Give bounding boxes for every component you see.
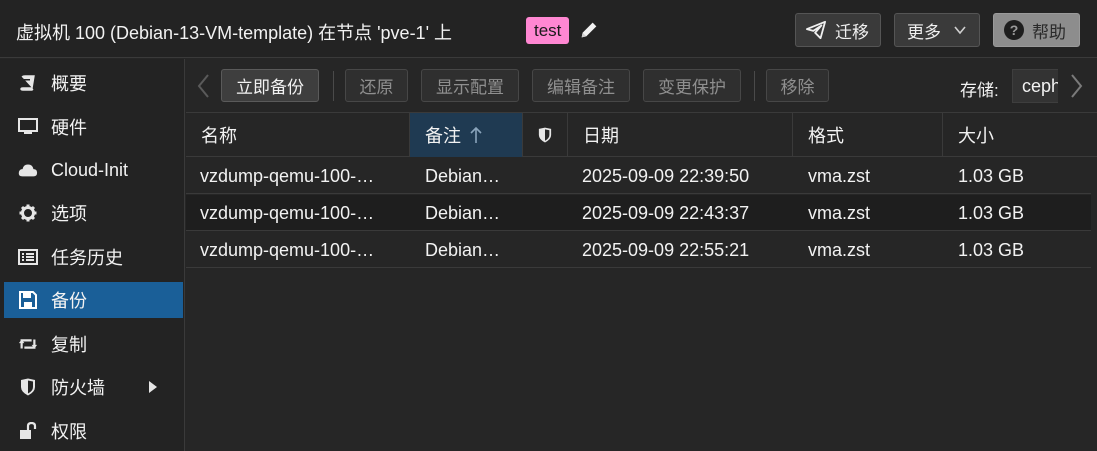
- chevron-right-icon[interactable]: [1066, 73, 1086, 99]
- sidebar-item-backup[interactable]: 备份: [4, 282, 183, 318]
- storage-label: 存储:: [960, 81, 999, 100]
- sidebar-item-hardware[interactable]: 硬件: [4, 109, 183, 145]
- sidebar-item-replication[interactable]: 复制: [4, 326, 183, 362]
- column-header-label: 格式: [808, 126, 844, 146]
- cell-size: 1.03 GB: [958, 240, 1025, 260]
- toolbar-separator: [333, 71, 334, 101]
- gear-icon: [18, 203, 38, 223]
- cell-notes: Debian…: [425, 240, 501, 260]
- cell-format: vma.zst: [808, 240, 871, 260]
- chevron-left-icon[interactable]: [194, 73, 214, 99]
- question-icon: ?: [1004, 20, 1024, 40]
- cell-name: vzdump-qemu-100-…: [200, 240, 375, 260]
- edit-notes-button[interactable]: 编辑备注: [532, 69, 630, 102]
- help-label: 帮助: [1032, 22, 1066, 42]
- column-header-label: 名称: [201, 126, 237, 146]
- cell-date: 2025-09-09 22:43:37: [582, 203, 750, 223]
- help-button[interactable]: ? 帮助: [993, 13, 1080, 47]
- cell-size: 1.03 GB: [958, 203, 1025, 223]
- storage-select[interactable]: ceph: [1012, 69, 1058, 103]
- migrate-label: 迁移: [835, 22, 869, 42]
- sidebar-item-label: 概要: [51, 74, 87, 94]
- shield-icon: [18, 377, 38, 397]
- shield-icon: [538, 127, 552, 143]
- column-header-name[interactable]: 名称: [186, 113, 410, 157]
- sidebar-item-firewall[interactable]: 防火墙: [4, 369, 183, 405]
- sidebar-item-label: 硬件: [51, 118, 87, 138]
- book-icon: [18, 73, 38, 93]
- cell-date: 2025-09-09 22:55:21: [582, 240, 750, 260]
- show-config-button[interactable]: 显示配置: [421, 69, 519, 102]
- paper-plane-icon: [806, 20, 826, 40]
- sidebar-item-label: 任务历史: [51, 248, 123, 268]
- list-icon: [18, 247, 38, 267]
- chevron-down-icon: [954, 26, 966, 35]
- sidebar-item-summary[interactable]: 概要: [4, 65, 183, 101]
- table-row[interactable]: vzdump-qemu-100-… Debian… 2025-09-09 22:…: [186, 195, 1091, 231]
- sidebar-item-label: 备份: [51, 291, 87, 311]
- migrate-button[interactable]: 迁移: [795, 13, 881, 47]
- cell-format: vma.zst: [808, 203, 871, 223]
- remove-button[interactable]: 移除: [766, 69, 829, 102]
- unlock-icon: [18, 421, 38, 441]
- page-title: 虚拟机 100 (Debian-13-VM-template) 在节点 'pve…: [16, 23, 453, 43]
- vm-backup-panel: 虚拟机 100 (Debian-13-VM-template) 在节点 'pve…: [0, 0, 1097, 451]
- sidebar-item-label: 选项: [51, 204, 87, 224]
- toolbar: 立即备份 还原 显示配置 编辑备注 变更保护 移除 存储: ceph: [186, 59, 1097, 113]
- expand-arrow-icon[interactable]: [149, 381, 157, 393]
- more-button[interactable]: 更多: [894, 13, 980, 47]
- cloud-icon: [18, 160, 38, 180]
- sidebar-item-permissions[interactable]: 权限: [4, 413, 183, 449]
- sidebar-item-options[interactable]: 选项: [4, 195, 183, 231]
- table-row[interactable]: vzdump-qemu-100-… Debian… 2025-09-09 22:…: [186, 232, 1091, 268]
- column-header-label: 备注: [425, 126, 461, 146]
- retweet-icon: [18, 334, 38, 354]
- column-header-size[interactable]: 大小: [943, 113, 1097, 157]
- cell-name: vzdump-qemu-100-…: [200, 166, 375, 186]
- cell-notes: Debian…: [425, 166, 501, 186]
- cell-name: vzdump-qemu-100-…: [200, 203, 375, 223]
- sort-ascending-icon: [470, 126, 482, 143]
- change-protection-button[interactable]: 变更保护: [643, 69, 741, 102]
- sidebar-item-task-history[interactable]: 任务历史: [4, 239, 183, 275]
- cell-size: 1.03 GB: [958, 166, 1025, 186]
- column-header-protected[interactable]: [523, 113, 568, 157]
- monitor-icon: [18, 117, 38, 137]
- column-header-label: 大小: [958, 126, 994, 146]
- sidebar-item-label: Cloud-Init: [51, 159, 129, 180]
- pencil-icon[interactable]: [578, 19, 600, 41]
- sidebar-item-cloud-init[interactable]: Cloud-Init: [4, 152, 183, 188]
- toolbar-separator: [754, 71, 755, 101]
- cell-format: vma.zst: [808, 166, 871, 186]
- restore-button[interactable]: 还原: [345, 69, 408, 102]
- column-header-notes[interactable]: 备注: [410, 113, 523, 157]
- backup-now-button[interactable]: 立即备份: [221, 69, 319, 102]
- column-header-format[interactable]: 格式: [793, 113, 943, 157]
- table-row[interactable]: vzdump-qemu-100-… Debian… 2025-09-09 22:…: [186, 158, 1091, 194]
- sidebar-item-label: 防火墙: [51, 378, 105, 398]
- vm-header: 虚拟机 100 (Debian-13-VM-template) 在节点 'pve…: [0, 0, 1097, 58]
- cell-date: 2025-09-09 22:39:50: [582, 166, 750, 186]
- cell-notes: Debian…: [425, 203, 501, 223]
- tag-badge[interactable]: test: [526, 17, 570, 44]
- grid-header: 名称 备注 日期 格式 大小: [186, 113, 1097, 157]
- sidebar-item-label: 权限: [51, 422, 87, 442]
- sidebar-item-label: 复制: [51, 335, 87, 355]
- column-header-date[interactable]: 日期: [568, 113, 793, 157]
- sidebar: 概要 硬件 Cloud-Init 选项 任务历史 备份 复制 防火墙 权限: [0, 59, 185, 451]
- more-label: 更多: [907, 22, 941, 42]
- floppy-icon: [18, 290, 38, 310]
- column-header-label: 日期: [583, 126, 619, 146]
